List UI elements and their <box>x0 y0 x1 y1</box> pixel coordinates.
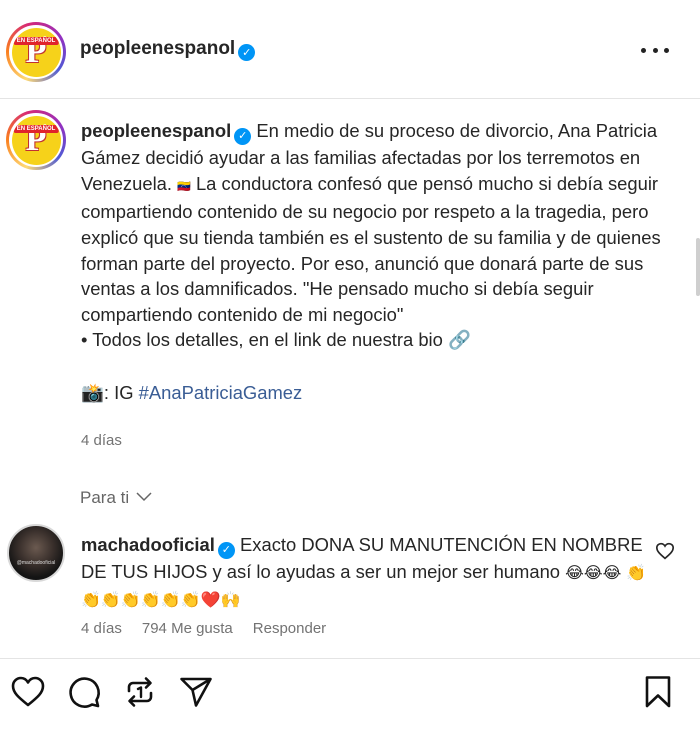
caption-username[interactable]: peopleenespanol <box>81 120 231 141</box>
verified-badge-icon: ✓ <box>217 542 235 560</box>
comment-reply-button[interactable]: Responder <box>253 620 326 637</box>
comment-icon[interactable] <box>66 674 102 710</box>
post-author-header[interactable]: peopleenespanol ✓ <box>80 38 256 61</box>
caption-spacer <box>81 354 661 380</box>
avatar-ring: EN ESPAÑOL P <box>9 113 63 167</box>
link-emoji: 🔗 <box>448 330 471 352</box>
verified-badge-icon: ✓ <box>238 44 256 61</box>
caption-bullet-line: • Todos los detalles, en el link de nues… <box>81 327 661 354</box>
venezuela-flag-emoji: 🇻🇪 <box>177 179 191 193</box>
commenter-avatar[interactable]: @machadooficial <box>7 524 65 582</box>
more-dot <box>641 47 646 53</box>
comment-time: 4 días <box>81 620 122 637</box>
actions-divider <box>0 658 700 659</box>
scrollbar-thumb[interactable] <box>696 238 700 296</box>
comment-heart-icon[interactable] <box>655 542 675 560</box>
comment-likes[interactable]: 794 Me gusta <box>142 620 233 637</box>
people-logo-badge: EN ESPAÑOL <box>13 124 59 133</box>
more-options-button[interactable] <box>641 41 669 59</box>
verified-badge-icon: ✓ <box>234 128 252 146</box>
people-logo: EN ESPAÑOL P <box>11 115 61 165</box>
share-icon[interactable] <box>178 674 214 710</box>
hashtag-link[interactable]: #AnaPatriciaGamez <box>139 382 303 403</box>
avatar-ring: EN ESPAÑOL P <box>9 25 63 79</box>
post-author-avatar[interactable]: EN ESPAÑOL P <box>6 22 66 82</box>
people-logo: EN ESPAÑOL P <box>11 27 61 77</box>
chevron-down-icon <box>136 492 152 502</box>
caption-body: peopleenespanol ✓ En medio de su proceso … <box>81 118 661 327</box>
bookmark-icon[interactable] <box>640 674 676 710</box>
post-action-bar <box>0 674 700 718</box>
caption-credit: 📸: IG <box>81 381 139 403</box>
comments-filter-dropdown[interactable]: Para ti <box>80 488 152 508</box>
more-dot <box>652 47 658 53</box>
more-dot <box>664 47 669 53</box>
header-divider <box>0 98 700 99</box>
post-author-username[interactable]: peopleenespanol <box>80 38 235 59</box>
repost-icon[interactable] <box>122 674 158 710</box>
heart-icon[interactable] <box>10 674 46 710</box>
commenter-avatar-tag: @machadooficial <box>16 560 56 566</box>
comment-meta: 4 días 794 Me gusta Responder <box>81 620 326 637</box>
comments-filter-label: Para ti <box>80 488 130 507</box>
caption-author-avatar[interactable]: EN ESPAÑOL P <box>6 110 66 170</box>
comment-username[interactable]: machadooficial <box>81 534 215 555</box>
people-logo-badge: EN ESPAÑOL <box>13 36 59 45</box>
comment-item: machadooficial ✓ Exacto DONA SU MANUTENCI… <box>81 532 651 612</box>
post-caption: peopleenespanol ✓ En medio de su proceso … <box>81 118 661 405</box>
caption-text-part-2: La conductora confesó que pensó mucho si… <box>81 172 661 325</box>
post-timestamp[interactable]: 4 días <box>81 432 122 449</box>
caption-bullet: • Todos los detalles, en el link de nues… <box>81 329 443 351</box>
caption-credit-line: 📸: IG #AnaPatriciaGamez <box>81 380 661 406</box>
